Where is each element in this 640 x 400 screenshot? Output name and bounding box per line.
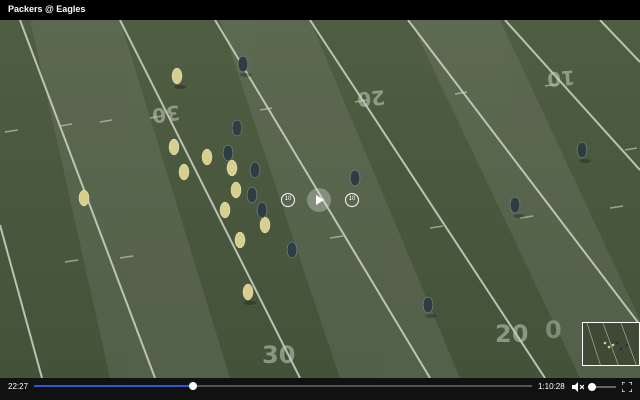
center-overlay-controls: 10 10: [281, 188, 359, 214]
preview-image: [583, 323, 639, 365]
current-time: 22:27: [8, 382, 29, 391]
seek-progress: [34, 385, 194, 387]
video-player[interactable]: 30 20 10 30 20 0 10 10: [0, 20, 640, 378]
title-bar: Packers @ Eagles: [0, 0, 640, 20]
seek-handle[interactable]: [189, 382, 198, 390]
volume-muted-icon[interactable]: [572, 382, 584, 392]
fullscreen-icon[interactable]: [622, 382, 632, 392]
yard-number-near-30: 30: [262, 341, 295, 369]
yard-number-far-30: 30: [151, 100, 182, 128]
video-title: Packers @ Eagles: [8, 4, 86, 14]
volume-slider[interactable]: [588, 383, 616, 391]
yard-number-near-20: 20: [495, 320, 528, 348]
skip-back-button[interactable]: 10: [281, 193, 295, 207]
player-control-bar: 22:27 1:10:28: [0, 378, 640, 400]
preview-thumbnail[interactable]: [582, 322, 640, 366]
volume-handle[interactable]: [588, 383, 597, 391]
yard-number-near-20-extra: 0: [545, 316, 562, 344]
seek-bar[interactable]: [34, 382, 532, 390]
yard-number-far-10: 10: [546, 65, 576, 91]
total-duration: 1:10:28: [538, 382, 565, 391]
yard-number-far-20: 20: [356, 85, 386, 112]
play-button[interactable]: [307, 188, 331, 212]
skip-forward-button[interactable]: 10: [345, 193, 359, 207]
